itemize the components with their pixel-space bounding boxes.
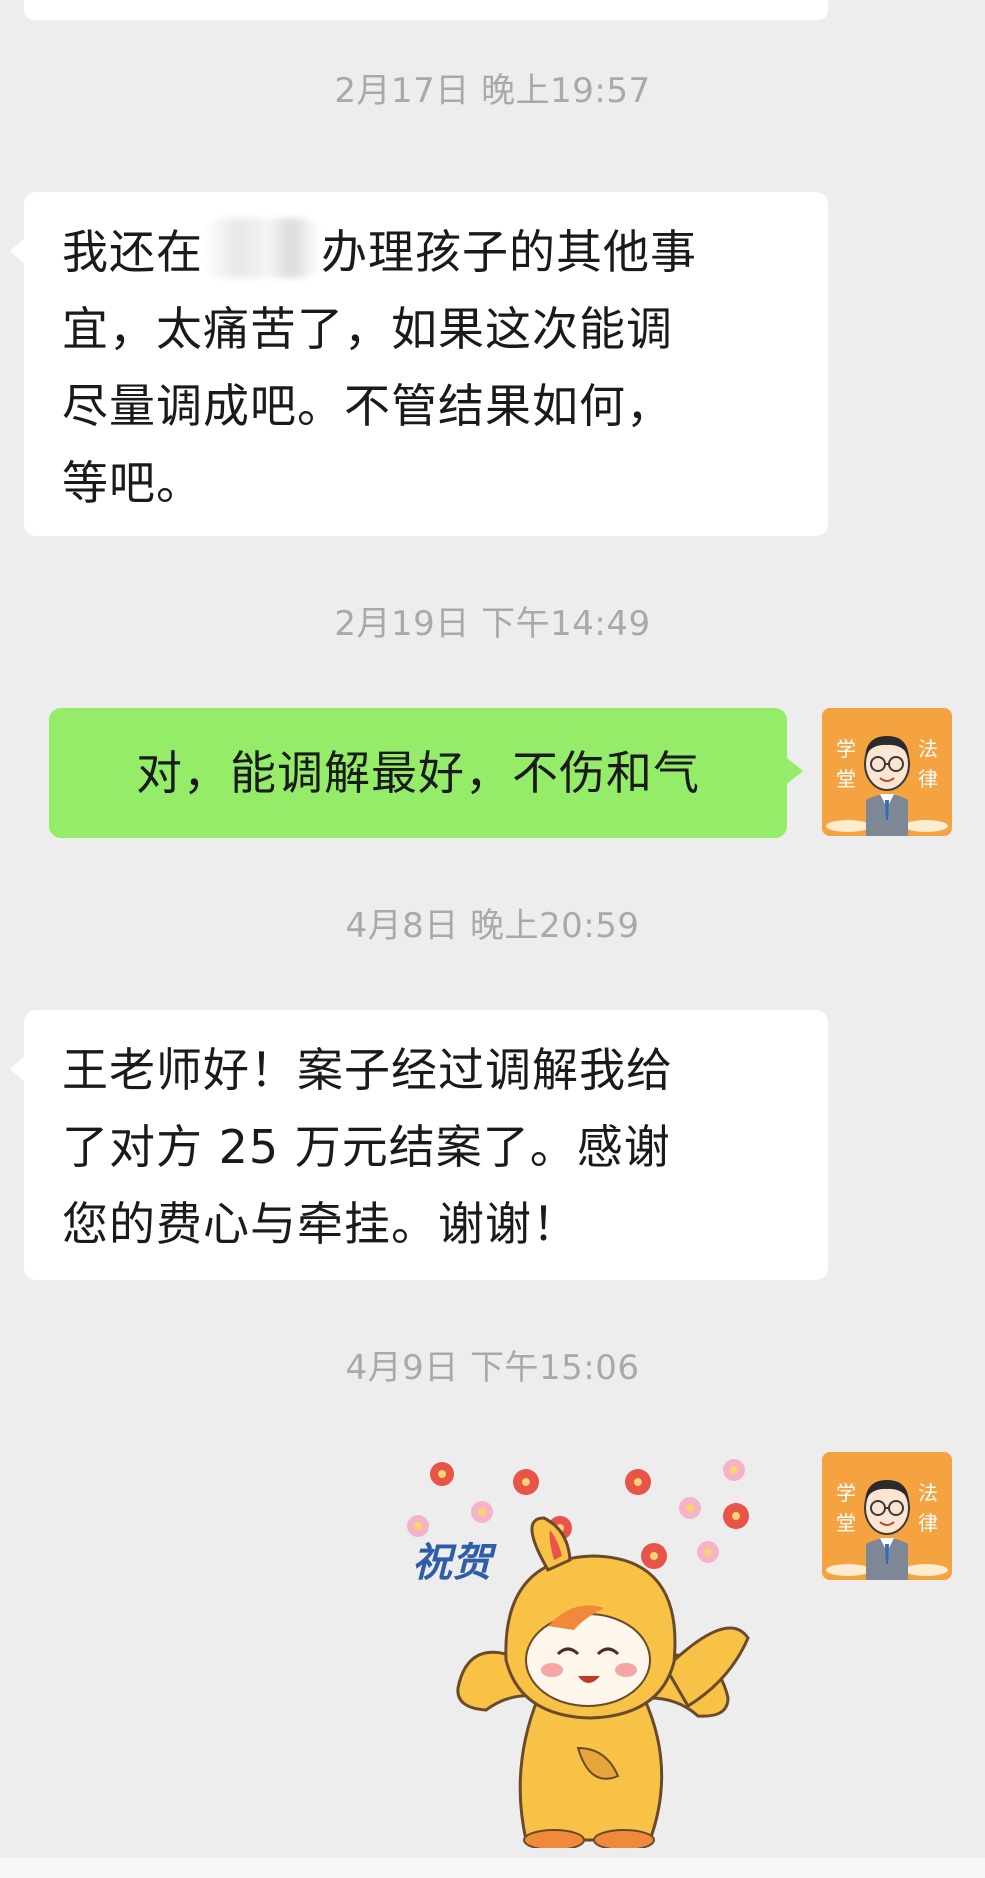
message-line: 宜，太痛苦了，如果这次能调	[62, 302, 673, 356]
avatar-char: 学	[836, 1481, 856, 1505]
congratulations-sticker[interactable]: 祝贺	[398, 1448, 788, 1851]
message-timestamp: 2月19日 下午14:49	[334, 604, 651, 644]
avatar-char: 法	[918, 737, 938, 761]
incoming-message-bubble[interactable]: 王老师好！案子经过调解我给 了对方 25 万元结案了。感谢 您的费心与牵挂。谢谢…	[10, 1010, 828, 1280]
message-timestamp: 4月9日 下午15:06	[345, 1348, 640, 1388]
incoming-message-bubble[interactable]: 我还在 办理孩子的其他事 宜，太痛苦了，如果这次能调 尽量调成吧。不管结果如何， …	[10, 192, 828, 536]
avatar-char: 堂	[836, 767, 856, 791]
message-line: 王老师好！案子经过调解我给	[62, 1043, 673, 1097]
message-line: 您的费心与牵挂。谢谢！	[62, 1197, 579, 1251]
lawyer-avatar-icon: 学 堂 法 律	[822, 708, 952, 836]
congratulations-sticker-icon: 祝贺	[407, 1459, 750, 1851]
lawyer-avatar[interactable]: 学 堂 法 律	[822, 708, 952, 836]
redacted-text-blur	[203, 218, 321, 278]
sticker-caption: 祝贺	[412, 1539, 497, 1586]
message-line: 了对方 25 万元结案了。感谢	[62, 1120, 671, 1174]
avatar-char: 学	[836, 737, 856, 761]
message-line: 我还在 办理孩子的其他事	[62, 214, 794, 291]
message-timestamp: 4月8日 晚上20:59	[345, 906, 640, 946]
previous-message-bubble	[24, 0, 828, 20]
message-line: 等吧。	[62, 456, 203, 510]
message-timestamp: 2月17日 晚上19:57	[334, 71, 651, 111]
avatar-char: 堂	[836, 1511, 856, 1535]
message-line: 尽量调成吧。不管结果如何，	[62, 379, 673, 433]
lawyer-avatar-icon: 学 堂 法 律	[822, 1452, 952, 1580]
lawyer-avatar[interactable]: 学 堂 法 律	[822, 1452, 952, 1580]
avatar-char: 律	[918, 767, 938, 791]
message-text: 对，能调解最好，不伤和气	[136, 746, 700, 800]
avatar-char: 律	[918, 1511, 938, 1535]
bottom-edge	[0, 1858, 985, 1878]
outgoing-message-bubble[interactable]: 对，能调解最好，不伤和气	[49, 708, 803, 838]
avatar-char: 法	[918, 1481, 938, 1505]
